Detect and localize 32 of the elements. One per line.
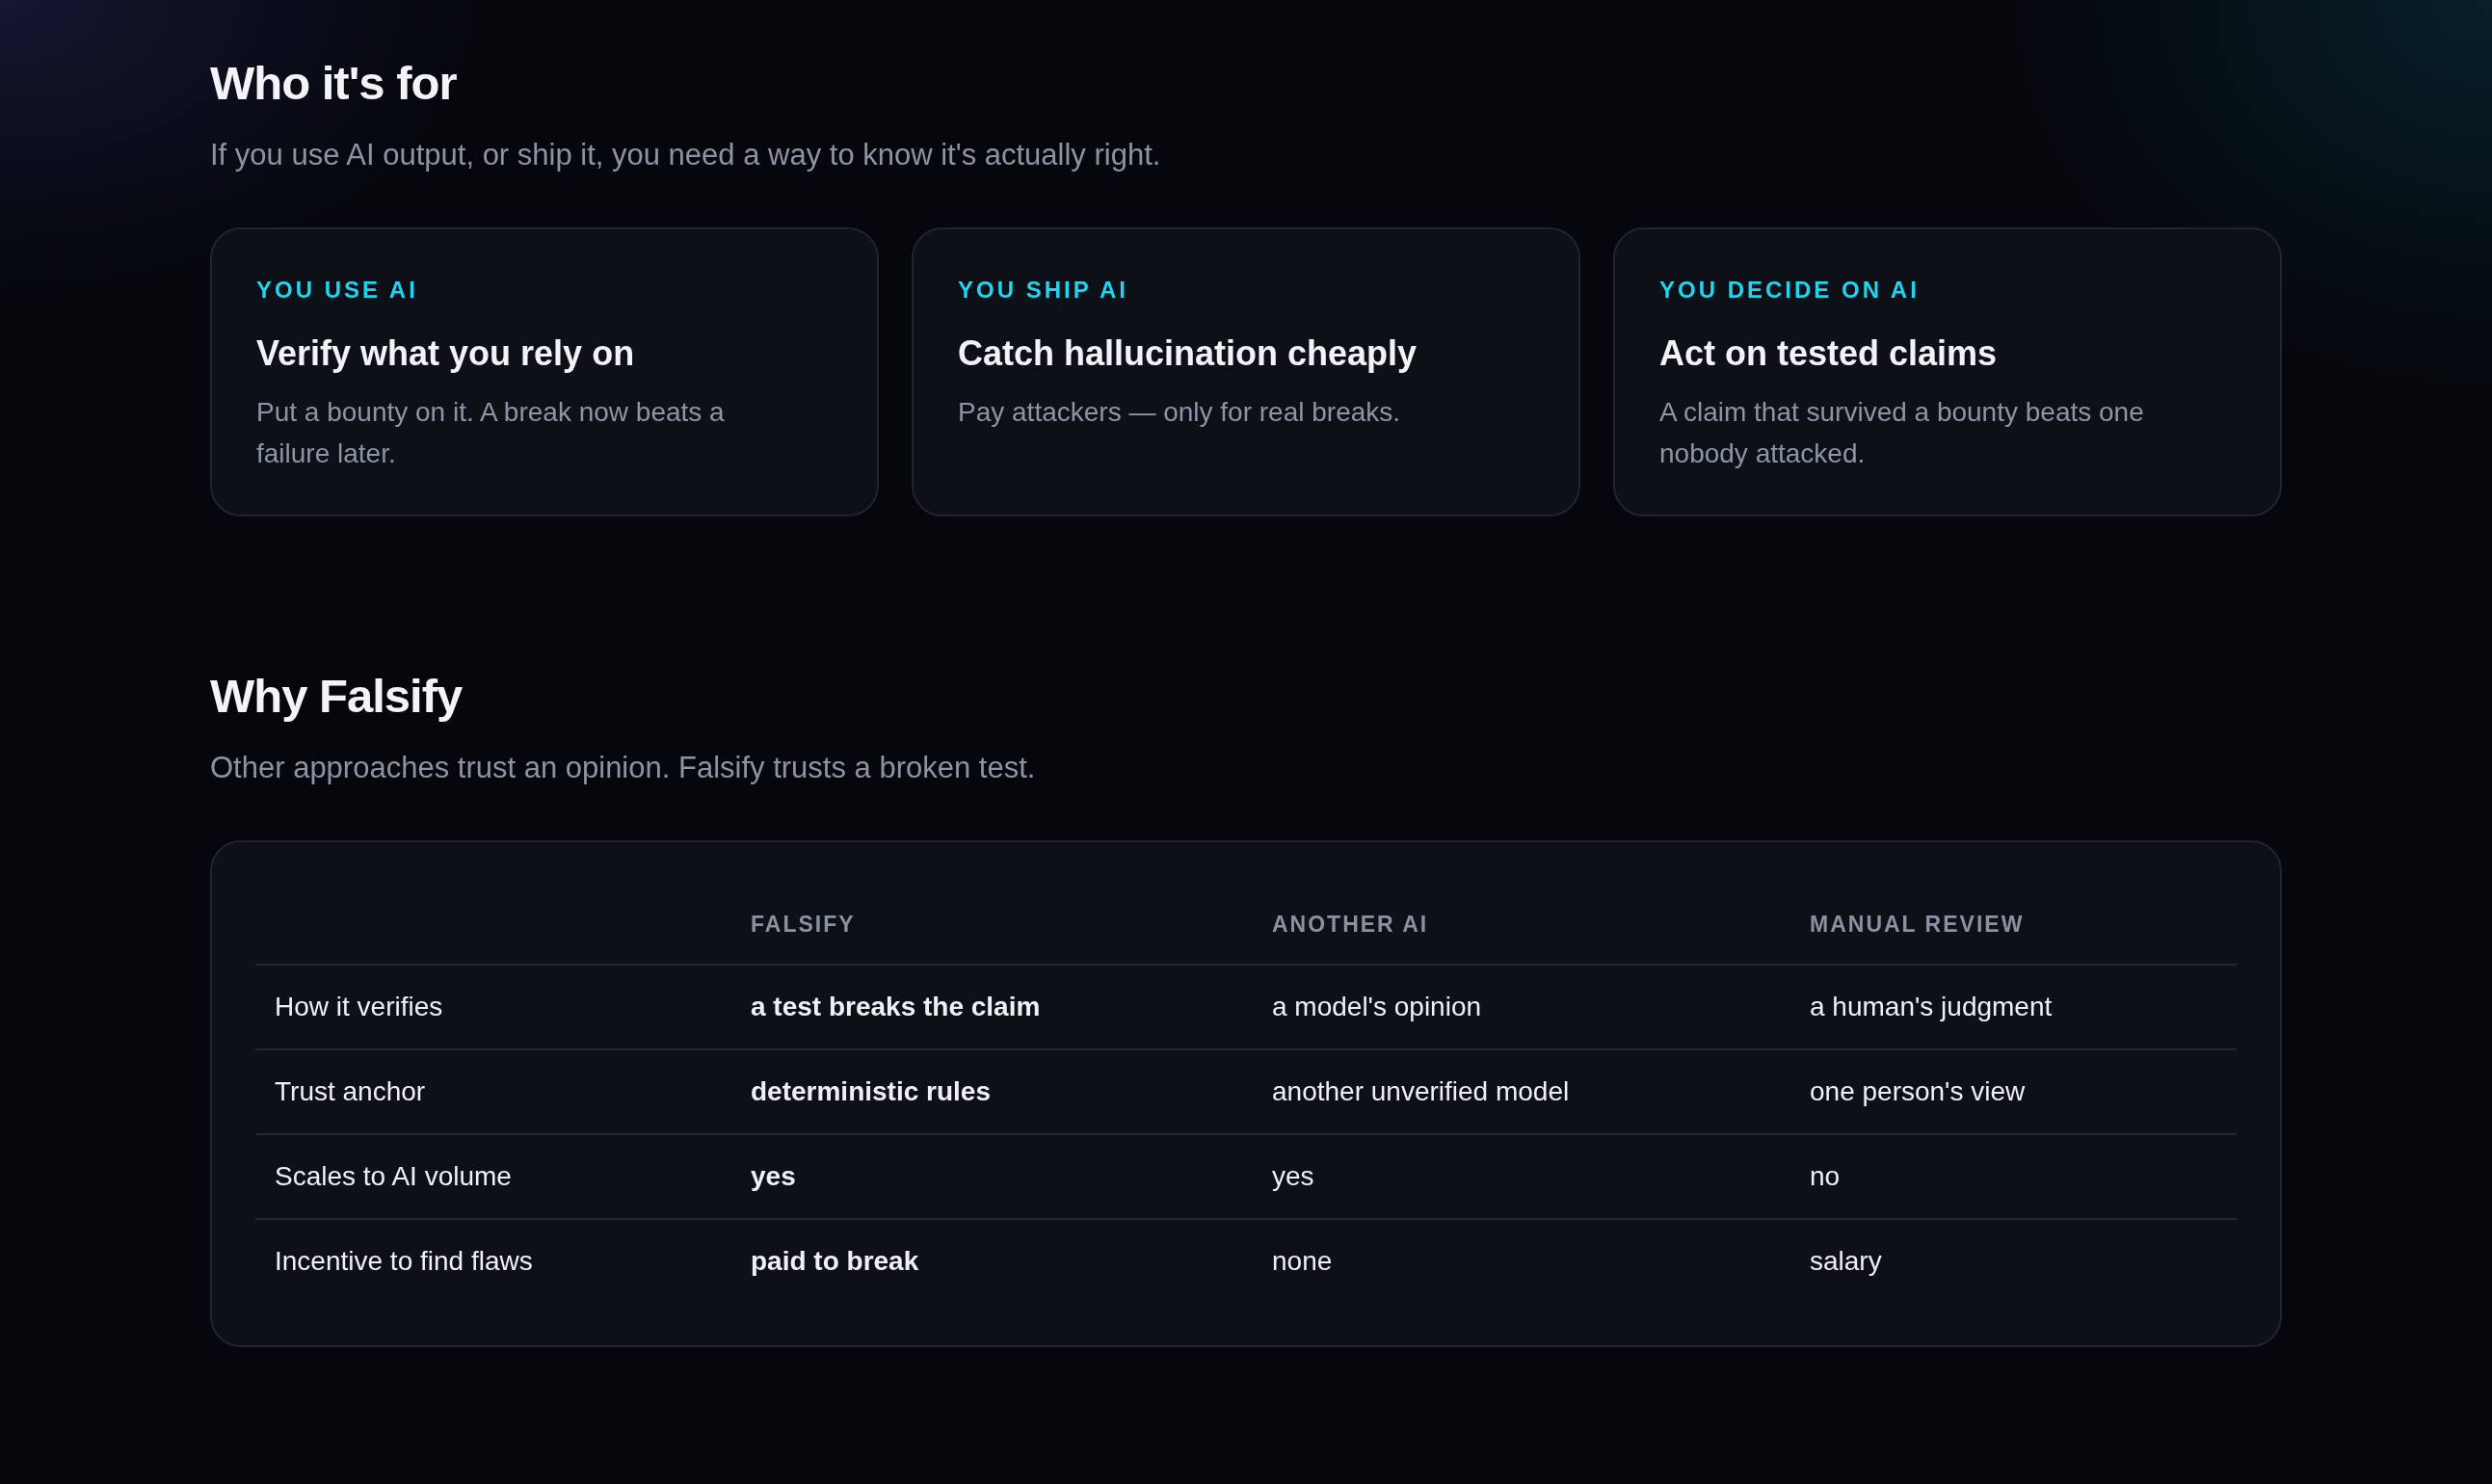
- column-header: ANOTHER AI: [1272, 911, 1430, 939]
- table-cell-text: salary: [1810, 1245, 1883, 1278]
- table-cell-text: another unverified model: [1272, 1075, 1571, 1108]
- column-header: FALSIFY: [751, 911, 857, 939]
- card-eyebrow: YOU USE AI: [256, 276, 419, 305]
- row-label: Trust anchor: [274, 1075, 427, 1108]
- card-title: Verify what you rely on: [256, 332, 636, 375]
- row-label: Incentive to find flaws: [274, 1245, 534, 1278]
- table-cell-text: no: [1810, 1160, 1842, 1193]
- table-cell-text: a human's judgment: [1810, 991, 2054, 1023]
- table-cell-text: yes: [751, 1160, 797, 1193]
- section-subtitle: If you use AI output, or ship it, you need a way to know it's actually right.: [210, 137, 1162, 173]
- card-title: Act on tested claims: [1659, 332, 1999, 375]
- card-title: Catch hallucination cheaply: [958, 332, 1418, 375]
- table-cell-text: paid to break: [751, 1245, 920, 1278]
- table-cell-text: a test breaks the claim: [751, 991, 1042, 1023]
- row-label: Scales to AI volume: [274, 1160, 513, 1193]
- card-eyebrow: YOU SHIP AI: [958, 276, 1130, 305]
- card-description: A claim that survived a bounty beats one nobody attacked.: [1659, 396, 2145, 470]
- table-cell-text: one person's view: [1810, 1075, 2027, 1108]
- card-description: Pay attackers — only for real breaks.: [958, 396, 1402, 429]
- table-cell-text: yes: [1272, 1160, 1315, 1193]
- table-cell-text: none: [1272, 1245, 1334, 1278]
- section-subtitle: Other approaches trust an opinion. Falsify trusts a broken test.: [210, 750, 1037, 786]
- row-label: How it verifies: [274, 991, 444, 1023]
- table-cell-text: deterministic rules: [751, 1075, 992, 1108]
- column-header: MANUAL REVIEW: [1810, 911, 2026, 939]
- section-heading: Who it's for: [210, 56, 458, 111]
- card-description: Put a bounty on it. A break now beats a failure later.: [256, 396, 726, 470]
- section-heading: Why Falsify: [210, 669, 464, 724]
- card-eyebrow: YOU DECIDE ON AI: [1659, 276, 1921, 305]
- table-cell-text: a model's opinion: [1272, 991, 1483, 1023]
